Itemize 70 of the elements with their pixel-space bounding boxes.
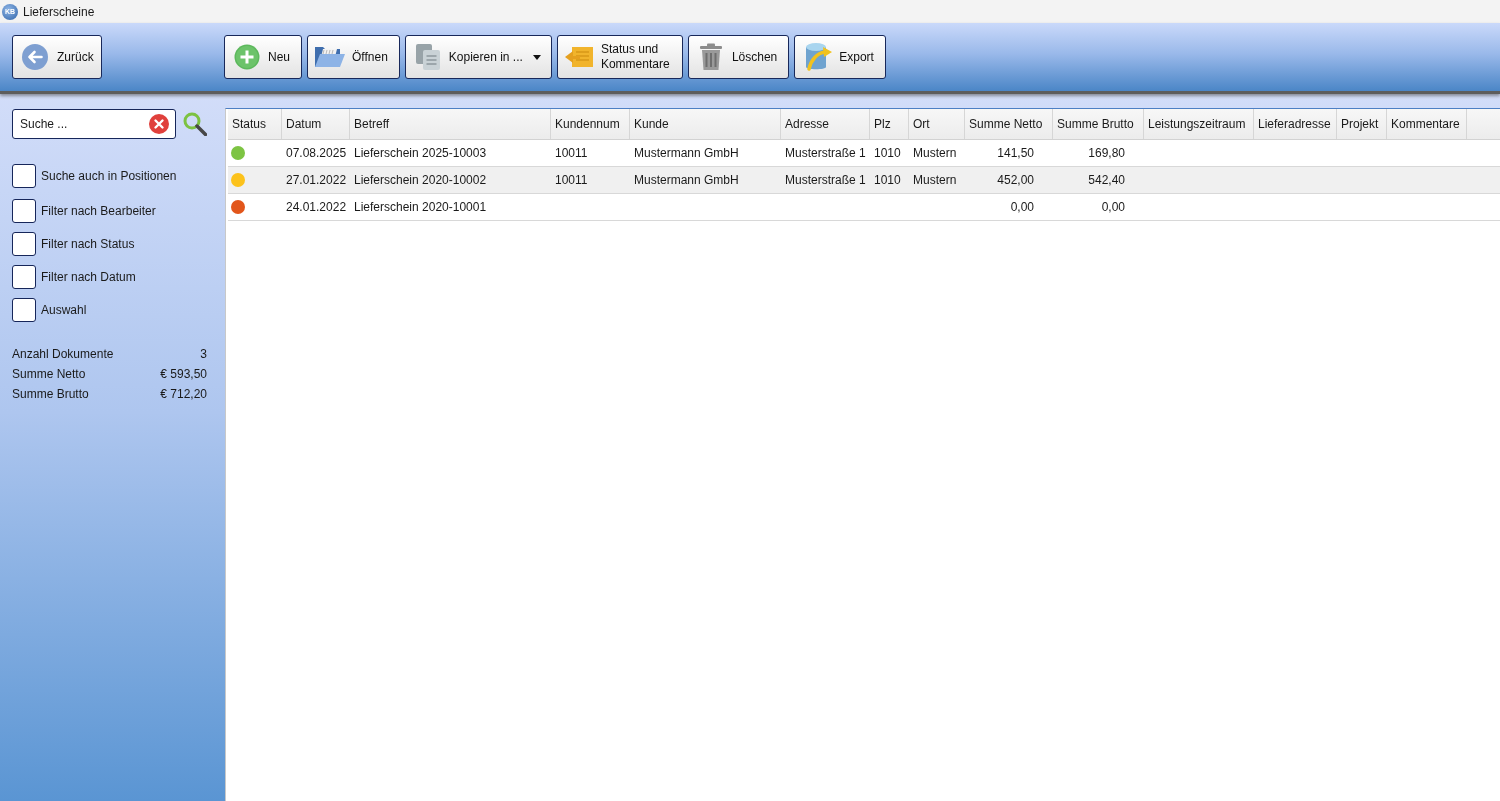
column-header[interactable]: Kommentare	[1387, 109, 1467, 139]
database-arrow-icon	[805, 42, 834, 72]
note-arrow-icon	[563, 45, 594, 69]
table-cell: Musterstraße 1	[785, 173, 866, 187]
column-header[interactable]: Kunde	[630, 109, 781, 139]
folder-icon	[314, 45, 346, 69]
toolbar-button[interactable]: Neu	[224, 35, 302, 79]
column-header[interactable]: Status	[228, 109, 282, 139]
table-cell: Mustern	[913, 146, 957, 160]
checkbox-label[interactable]: Suche auch in Positionen	[41, 169, 177, 183]
checkbox[interactable]	[12, 232, 36, 256]
summary-label: Anzahl Dokumente	[12, 347, 114, 361]
checkbox[interactable]	[12, 164, 36, 188]
trash-icon	[698, 43, 723, 71]
column-header[interactable]: Leistungszeitraum	[1144, 109, 1254, 139]
summary-value: € 712,20	[160, 387, 207, 401]
column-header[interactable]: Lieferadresse	[1254, 109, 1337, 139]
table-cell: Mustermann GmbH	[634, 146, 739, 160]
table-cell: 0,00	[1010, 200, 1034, 214]
search-field[interactable]: Suche ...	[12, 109, 176, 139]
table-cell: 1010	[874, 173, 901, 187]
summary-label: Summe Brutto	[12, 387, 89, 401]
documents-icon	[414, 43, 441, 71]
toolbar-button[interactable]: Öffnen	[307, 35, 400, 79]
table-cell: 0,00	[1101, 200, 1125, 214]
table-cell: 1010	[874, 146, 901, 160]
table-cell: 169,80	[1088, 146, 1125, 160]
caret-icon	[532, 54, 541, 60]
checkbox-label[interactable]: Auswahl	[41, 303, 87, 317]
table-cell: 542,40	[1088, 173, 1125, 187]
column-header[interactable]: Betreff	[350, 109, 551, 139]
toolbar-button[interactable]: Kopieren in ...	[404, 35, 552, 79]
table-cell: 10011	[555, 146, 588, 160]
table-cell: Lieferschein 2025-10003	[354, 146, 487, 160]
table-cell: Lieferschein 2020-10002	[354, 173, 487, 187]
table-cell: 10011	[555, 173, 588, 187]
checkbox-label[interactable]: Filter nach Bearbeiter	[41, 204, 156, 218]
table-cell: 07.08.2025	[286, 146, 347, 160]
checkbox-label[interactable]: Filter nach Status	[41, 237, 135, 251]
back-button[interactable]: Zurück	[12, 35, 102, 79]
toolbar-button[interactable]: Export	[794, 35, 886, 79]
column-header[interactable]: Summe Netto	[965, 109, 1053, 139]
column-header[interactable]: Projekt	[1337, 109, 1387, 139]
checkbox[interactable]	[12, 265, 36, 289]
search-icon[interactable]	[183, 112, 207, 136]
clear-icon[interactable]	[149, 114, 169, 134]
summary-value: 3	[200, 347, 207, 361]
checkbox[interactable]	[12, 298, 36, 322]
table-cell: 27.01.2022	[286, 173, 347, 187]
toolbar-button[interactable]: Löschen	[687, 35, 790, 79]
toolbar-button[interactable]: Status und Kommentare	[556, 35, 683, 79]
summary-label: Summe Netto	[12, 367, 86, 381]
column-header[interactable]: Summe Brutto	[1053, 109, 1144, 139]
column-header[interactable]: Datum	[282, 109, 350, 139]
table-cell: Lieferschein 2020-10001	[354, 200, 487, 214]
table-cell: Mustermann GmbH	[634, 173, 739, 187]
summary-value: € 593,50	[160, 367, 207, 381]
checkbox[interactable]	[12, 199, 36, 223]
table-cell: 24.01.2022	[286, 200, 347, 214]
table-cell: 452,00	[997, 173, 1034, 187]
column-header[interactable]: Adresse	[781, 109, 870, 139]
column-header[interactable]: Plz	[870, 109, 909, 139]
table-cell: 141,50	[997, 146, 1034, 160]
checkbox-label[interactable]: Filter nach Datum	[41, 270, 136, 284]
plus-circle-icon	[234, 44, 260, 70]
window-title: Lieferscheine	[23, 4, 95, 19]
column-header[interactable]: Kundennum	[551, 109, 630, 139]
column-header[interactable]: Ort	[909, 109, 965, 139]
table-cell: Mustern	[913, 173, 957, 187]
table-cell: Musterstraße 1	[785, 146, 866, 160]
